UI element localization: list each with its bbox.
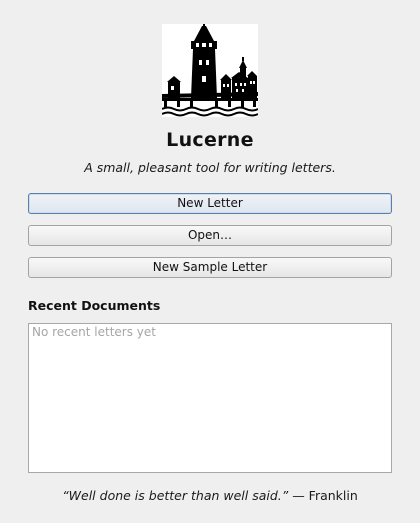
recent-documents-empty-message: No recent letters yet — [32, 325, 156, 339]
open-button[interactable]: Open… — [28, 225, 392, 246]
new-letter-button[interactable]: New Letter — [28, 193, 392, 214]
footer-quote: “Well done is better than well said.” — … — [0, 488, 420, 503]
recent-documents-heading: Recent Documents — [28, 298, 161, 313]
quote-attribution: — Franklin — [288, 488, 358, 503]
app-title: Lucerne — [166, 129, 254, 151]
new-sample-letter-button[interactable]: New Sample Letter — [28, 257, 392, 278]
quote-text: “Well done is better than well said.” — [62, 488, 289, 503]
app-tagline: A small, pleasant tool for writing lette… — [84, 160, 336, 175]
lucerne-logo-icon — [162, 24, 258, 117]
recent-documents-list[interactable]: No recent letters yet — [28, 323, 392, 473]
